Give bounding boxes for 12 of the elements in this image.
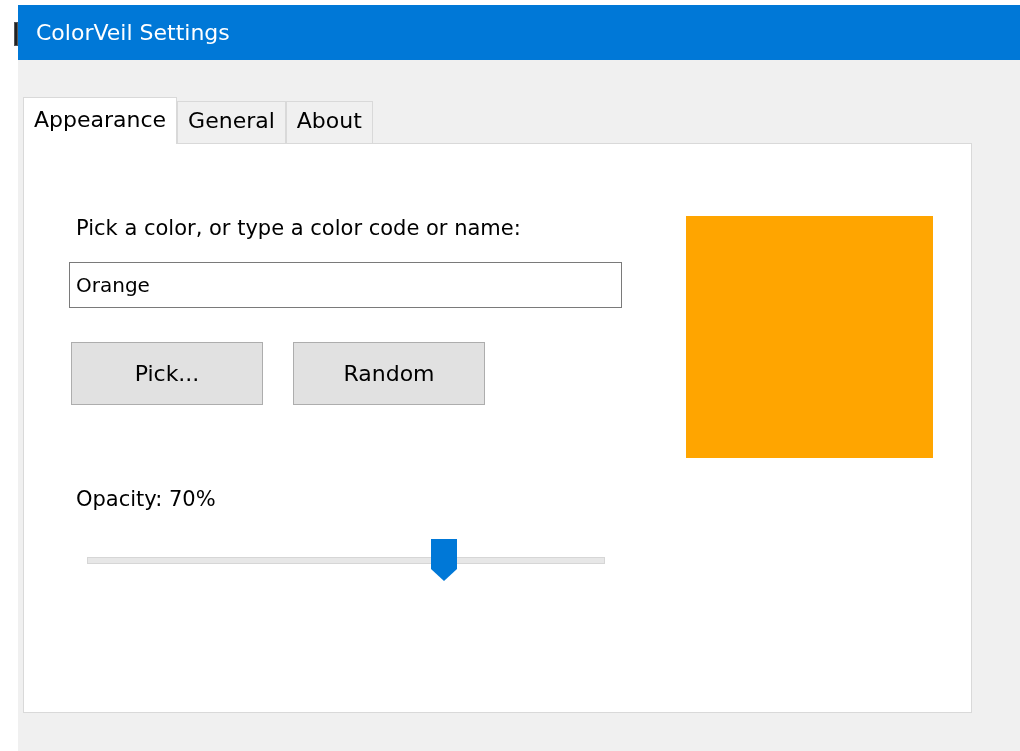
random-button[interactable]: Random [293, 342, 485, 405]
opacity-label: Opacity: 70% [76, 487, 217, 511]
tab[interactable]: General [177, 101, 286, 143]
app-icon [14, 22, 18, 46]
color-prompt: Pick a color, or type a color code or name: [76, 216, 522, 240]
slider-track[interactable] [87, 556, 605, 564]
pick-button[interactable]: Pick... [71, 342, 263, 405]
tab[interactable]: About [285, 101, 373, 143]
slider-thumb[interactable] [431, 539, 458, 581]
window-title: ColorVeil Settings [36, 20, 230, 45]
tab[interactable]: Appearance [23, 97, 178, 144]
color-field[interactable]: Orange [69, 262, 622, 308]
